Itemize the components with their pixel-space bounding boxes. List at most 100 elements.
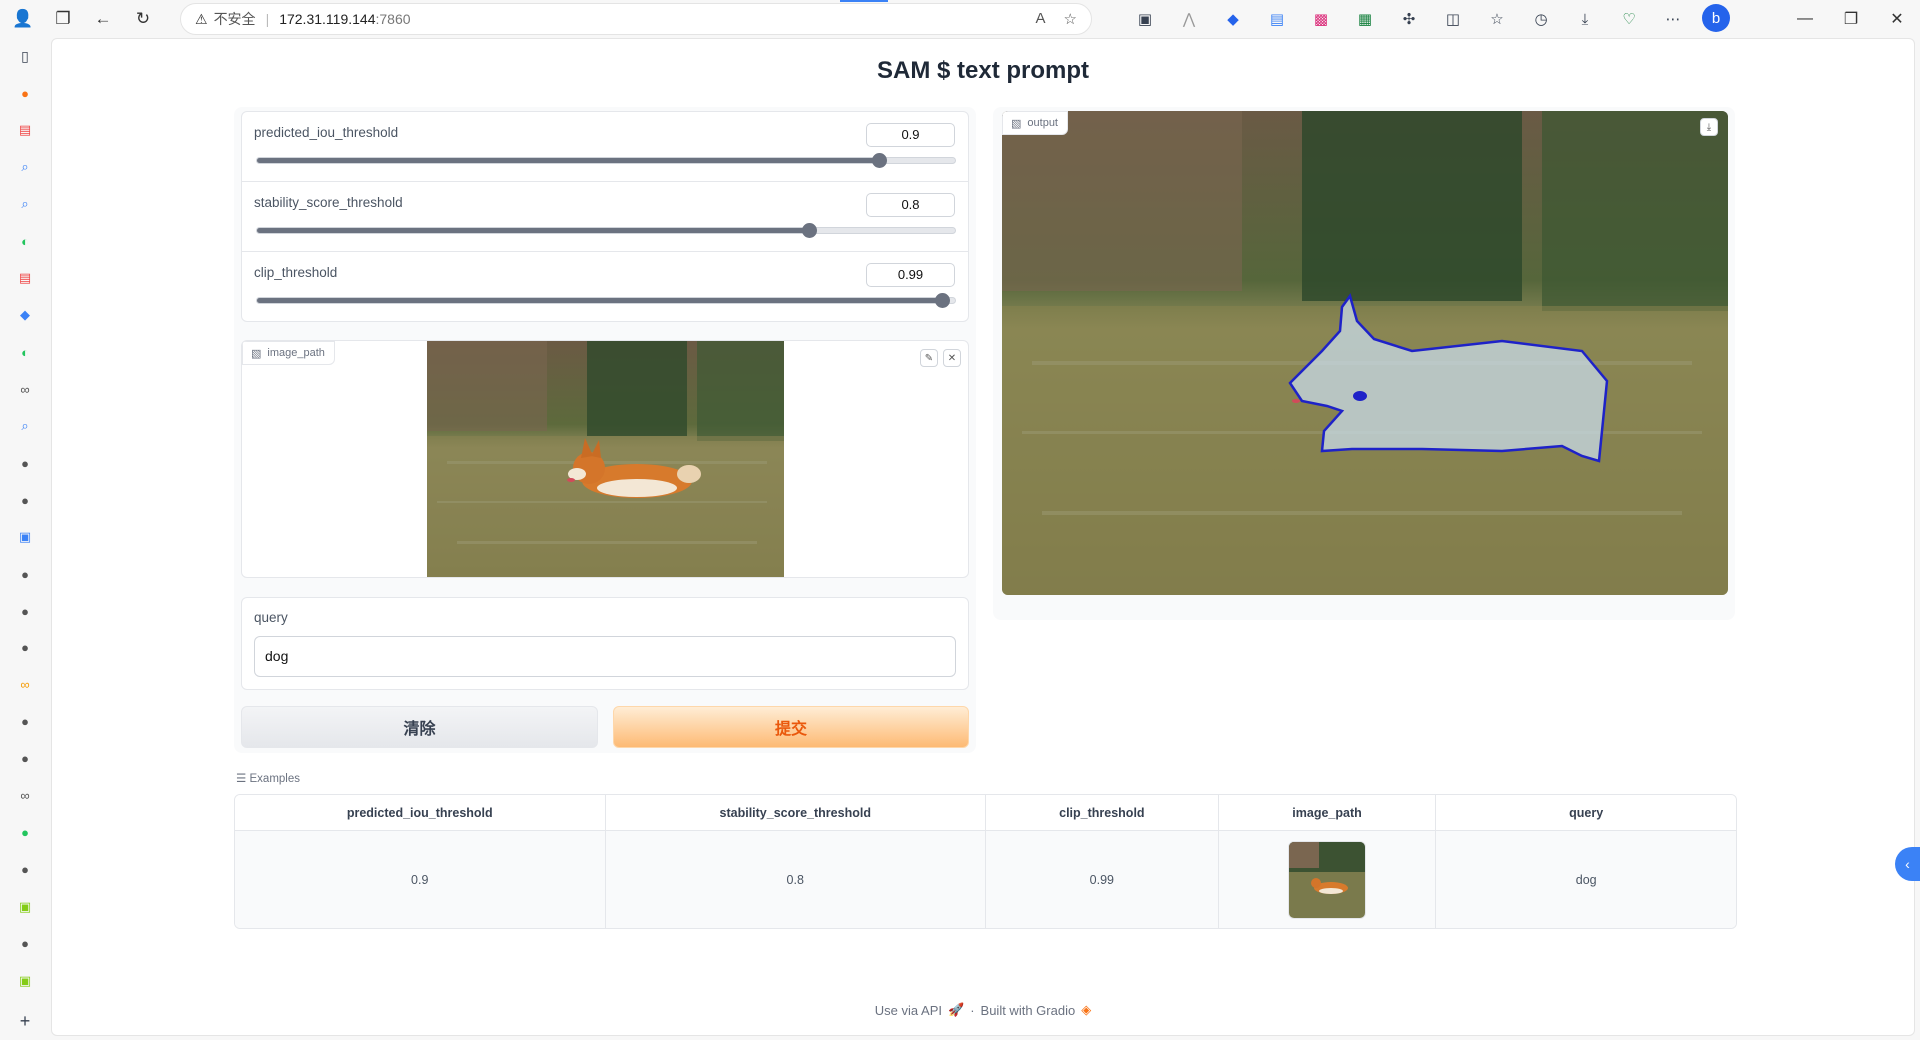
download-icon[interactable]: ⤓ bbox=[1570, 4, 1600, 34]
sidebar-github-3-icon[interactable]: ● bbox=[13, 556, 37, 593]
edit-icon[interactable]: ✎ bbox=[920, 349, 938, 367]
slider-number-input[interactable]: 0.8 bbox=[866, 193, 955, 217]
sidebar-fav-6-icon[interactable]: ◐ bbox=[13, 334, 37, 371]
split-icon[interactable]: ◫ bbox=[1438, 4, 1468, 34]
sidebar-github-5-icon[interactable]: ● bbox=[13, 630, 37, 667]
column-header: image_path bbox=[1219, 795, 1437, 830]
example-row[interactable]: 0.9 0.8 0.99 dog bbox=[235, 831, 1736, 928]
slider-number-input[interactable]: 0.99 bbox=[866, 263, 955, 287]
slider-thumb[interactable] bbox=[872, 153, 887, 168]
window-controls: — ❐ ✕ bbox=[1782, 0, 1920, 38]
page-title: SAM $ text prompt bbox=[876, 57, 1089, 84]
slider-track[interactable] bbox=[256, 157, 956, 164]
slider-stability: stability_score_threshold 0.8 bbox=[242, 182, 968, 252]
slider-thumb[interactable] bbox=[935, 293, 950, 308]
sidebar-fav-7-icon[interactable]: ∞ bbox=[13, 371, 37, 408]
sidebar-fav-9-icon[interactable]: ∞ bbox=[13, 777, 37, 814]
back-icon[interactable]: ← bbox=[88, 4, 118, 34]
clear-button[interactable]: 清除 bbox=[241, 706, 598, 748]
image-input[interactable]: ▧ image_path ✎ ✕ bbox=[241, 340, 969, 578]
image-icon: ▧ bbox=[1011, 117, 1022, 130]
sidebar-fav-5-icon[interactable]: ◆ bbox=[13, 297, 37, 334]
query-field: query dog bbox=[241, 597, 969, 690]
sidebar-github-8-icon[interactable]: ● bbox=[13, 851, 37, 888]
built-with-gradio-link[interactable]: Built with Gradio bbox=[981, 1003, 1076, 1018]
minimize-icon[interactable]: — bbox=[1782, 0, 1828, 38]
output-label: output bbox=[1027, 117, 1058, 129]
example-thumbnail bbox=[1288, 841, 1367, 919]
read-aloud-icon[interactable]: A bbox=[1036, 10, 1046, 28]
use-api-link[interactable]: Use via API bbox=[875, 1003, 942, 1018]
image-input-tag: ▧ image_path bbox=[242, 341, 335, 365]
profile-icon[interactable]: 👤 bbox=[8, 4, 38, 34]
slider-number-input[interactable]: 0.9 bbox=[866, 123, 955, 147]
sidebar-github-9-icon[interactable]: ● bbox=[13, 925, 37, 962]
sidebar-github-6-icon[interactable]: ● bbox=[13, 703, 37, 740]
column-header: clip_threshold bbox=[986, 795, 1219, 830]
sidebar-github-7-icon[interactable]: ● bbox=[13, 740, 37, 777]
sidebar-github-1-icon[interactable]: ● bbox=[13, 445, 37, 482]
address-bar[interactable]: ⚠ 不安全 | 172.31.119.144:7860 A ☆ bbox=[180, 3, 1092, 35]
example-image-cell bbox=[1219, 831, 1437, 928]
sidebar-github-4-icon[interactable]: ● bbox=[13, 593, 37, 630]
sidebar-toggle-icon[interactable]: ▯ bbox=[13, 38, 37, 75]
bookmark-icon[interactable]: ◆ bbox=[1218, 4, 1248, 34]
examples-title: ☰ Examples bbox=[236, 773, 301, 785]
doc-icon[interactable]: ▤ bbox=[1262, 4, 1292, 34]
sidebar-search-1-icon[interactable]: ⌕ bbox=[13, 149, 37, 186]
refresh-icon[interactable]: ↻ bbox=[128, 4, 158, 34]
sidebar-fav-10-icon[interactable]: ▣ bbox=[13, 888, 37, 925]
footer: Use via API 🚀 · Built with Gradio ◈ bbox=[52, 1002, 1914, 1018]
translate-icon[interactable]: ▩ bbox=[1306, 4, 1336, 34]
slider-thumb[interactable] bbox=[802, 223, 817, 238]
query-input[interactable]: dog bbox=[254, 636, 956, 677]
url-port: :7860 bbox=[375, 11, 411, 27]
warning-icon: ⚠ bbox=[195, 10, 208, 27]
restore-icon[interactable]: ❐ bbox=[1828, 0, 1874, 38]
browser-sidebar: ▯ ● ▤ ⌕ ⌕ ◐ ▤ ◆ ◐ ∞ ⌕ ● ● ▣ ● ● ● ∞ ● ● … bbox=[0, 38, 50, 1040]
footer-dot: · bbox=[970, 1002, 975, 1018]
history-icon[interactable]: ◷ bbox=[1526, 4, 1556, 34]
tab-icon[interactable]: ▣ bbox=[1130, 4, 1160, 34]
output-tag: ▧ output bbox=[1002, 111, 1068, 135]
output-image bbox=[1002, 111, 1728, 595]
slider-track[interactable] bbox=[256, 227, 956, 234]
sidebar-fav-4-icon[interactable]: ▤ bbox=[13, 260, 37, 297]
sidebar-github-2-icon[interactable]: ● bbox=[13, 482, 37, 519]
note-icon[interactable]: ▦ bbox=[1350, 4, 1380, 34]
download-output-icon[interactable]: ⤓ bbox=[1700, 118, 1718, 136]
slider-fill bbox=[257, 158, 879, 163]
slider-label: stability_score_threshold bbox=[254, 195, 403, 210]
sidebar-fav-1-icon[interactable]: ● bbox=[13, 75, 37, 112]
tag-icon[interactable]: ⋀ bbox=[1174, 4, 1204, 34]
sidebar-search-3-icon[interactable]: ⌕ bbox=[13, 408, 37, 445]
sidebar-wechat-icon[interactable]: ● bbox=[13, 814, 37, 851]
sidebar-zhihu-icon[interactable]: ▣ bbox=[13, 519, 37, 556]
sidebar-add-icon[interactable]: + bbox=[13, 1003, 37, 1040]
sidebar-fav-8-icon[interactable]: ∞ bbox=[13, 666, 37, 703]
submit-button[interactable]: 提交 bbox=[613, 706, 969, 748]
close-window-icon[interactable]: ✕ bbox=[1874, 0, 1920, 38]
heart-icon[interactable]: ♡ bbox=[1614, 4, 1644, 34]
image-icon: ▧ bbox=[251, 347, 262, 360]
example-clip: 0.99 bbox=[986, 831, 1219, 928]
sidebar-search-2-icon[interactable]: ⌕ bbox=[13, 186, 37, 223]
favorites-icon[interactable]: ☆ bbox=[1482, 4, 1512, 34]
bing-icon[interactable]: b bbox=[1702, 4, 1730, 32]
security-label: 不安全 bbox=[213, 11, 256, 27]
example-stability: 0.8 bbox=[606, 831, 986, 928]
examples-header-row: predicted_iou_threshold stability_score_… bbox=[235, 795, 1736, 831]
sidebar-fav-2-icon[interactable]: ▤ bbox=[13, 112, 37, 149]
workspaces-icon[interactable]: ❐ bbox=[48, 4, 78, 34]
puzzle-icon[interactable]: ✣ bbox=[1394, 4, 1424, 34]
more-icon[interactable]: ⋯ bbox=[1658, 4, 1688, 34]
slider-label: clip_threshold bbox=[254, 265, 338, 280]
examples-title-text: Examples bbox=[249, 773, 301, 785]
sidebar-fav-11-icon[interactable]: ▣ bbox=[13, 962, 37, 999]
favorite-star-icon[interactable]: ☆ bbox=[1064, 10, 1077, 28]
gradio-app: SAM $ text prompt predicted_iou_threshol… bbox=[51, 38, 1915, 1036]
clear-image-icon[interactable]: ✕ bbox=[943, 349, 961, 367]
image-input-actions: ✎ ✕ bbox=[920, 349, 961, 367]
slider-track[interactable] bbox=[256, 297, 956, 304]
sidebar-fav-3-icon[interactable]: ◐ bbox=[13, 223, 37, 260]
